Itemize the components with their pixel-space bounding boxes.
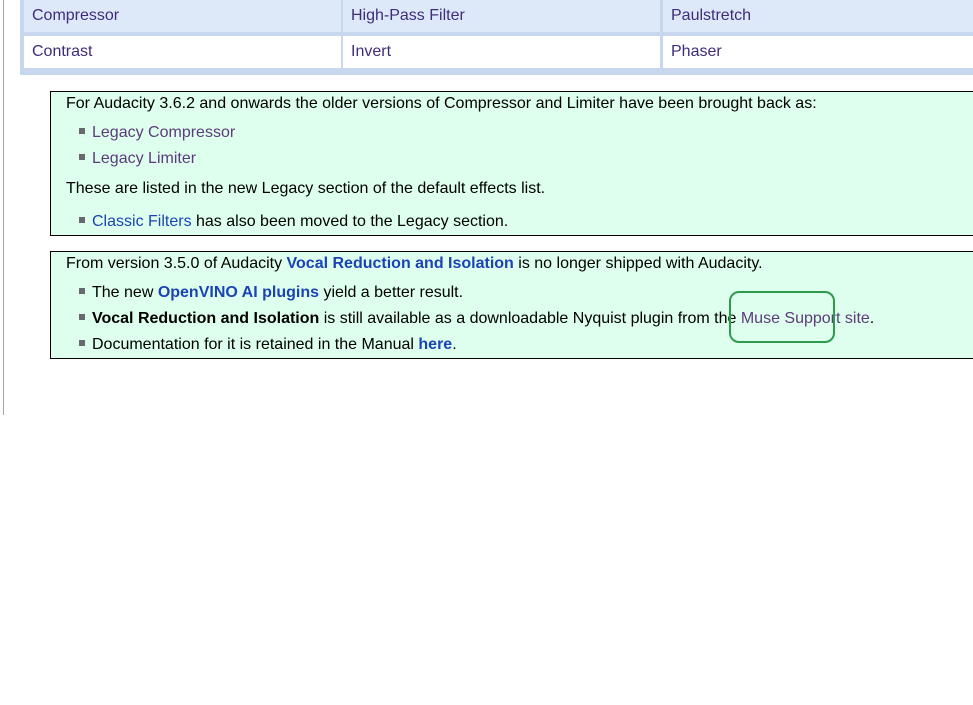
table-cell: Invert <box>343 36 660 68</box>
effect-link-contrast[interactable]: Contrast <box>32 43 92 60</box>
effect-link-high-pass-filter[interactable]: High-Pass Filter <box>351 7 465 24</box>
vocal-intro-suffix: is no longer shipped with Audacity. <box>513 255 763 272</box>
square-bullet-icon <box>79 339 85 346</box>
vocal-reduction-link[interactable]: Vocal Reduction and Isolation <box>287 255 514 272</box>
effect-link-paulstretch[interactable]: Paulstretch <box>671 7 751 24</box>
square-bullet-icon <box>79 127 85 134</box>
table-cell: Phaser <box>663 36 973 68</box>
legacy-note-box: For Audacity 3.6.2 and onwards the older… <box>50 91 973 236</box>
vocal-note-box: From version 3.5.0 of Audacity Vocal Red… <box>50 251 973 359</box>
table-cell: Paulstretch <box>663 0 973 32</box>
item-text: Documentation for it is retained in the … <box>92 336 419 353</box>
manual-here-link[interactable]: here <box>418 336 452 353</box>
legacy-intro: For Audacity 3.6.2 and onwards the older… <box>66 95 817 112</box>
left-border <box>3 0 4 415</box>
list-item: Legacy Limiter <box>79 150 196 168</box>
table-cell: Contrast <box>24 36 341 68</box>
item-text: . <box>452 336 457 353</box>
square-bullet-icon <box>79 216 85 223</box>
muse-support-site-link[interactable]: site <box>840 310 870 327</box>
table-cell: Compressor <box>24 0 341 32</box>
table-cell: High-Pass Filter <box>343 0 660 32</box>
item-text: The new <box>92 284 158 301</box>
item-text: . <box>869 310 875 327</box>
legacy-note: These are listed in the new Legacy secti… <box>66 180 546 197</box>
item-text: is still available as a downloadable Nyq… <box>319 310 741 327</box>
list-item: Legacy Compressor <box>79 124 235 142</box>
square-bullet-icon <box>79 153 85 160</box>
classic-filters-text: has also been moved to the Legacy sectio… <box>191 213 509 230</box>
vocal-intro: From version 3.5.0 of Audacity Vocal Red… <box>66 255 763 273</box>
list-item: Documentation for it is retained in the … <box>79 336 457 354</box>
page: Compressor High-Pass Filter Paulstretch … <box>0 0 973 705</box>
openvino-plugins-link[interactable]: OpenVINO AI plugins <box>158 284 319 301</box>
list-item: The new OpenVINO AI plugins yield a bett… <box>79 284 463 302</box>
legacy-limiter-link[interactable]: Legacy Limiter <box>92 150 196 167</box>
square-bullet-icon <box>79 313 85 320</box>
effect-link-invert[interactable]: Invert <box>351 43 391 60</box>
legacy-compressor-link[interactable]: Legacy Compressor <box>92 124 235 141</box>
effect-link-phaser[interactable]: Phaser <box>671 43 722 60</box>
vocal-intro-prefix: From version 3.5.0 of Audacity <box>66 255 287 272</box>
effect-link-compressor[interactable]: Compressor <box>32 7 119 24</box>
list-item: Vocal Reduction and Isolation is still a… <box>79 310 874 328</box>
item-text: yield a better result. <box>319 284 464 301</box>
list-item: Classic Filters has also been moved to t… <box>79 213 508 231</box>
square-bullet-icon <box>79 287 85 294</box>
classic-filters-link[interactable]: Classic Filters <box>92 213 192 230</box>
item-bold-text: Vocal Reduction and Isolation <box>92 310 320 327</box>
muse-support-link[interactable]: Muse Support <box>741 310 841 327</box>
